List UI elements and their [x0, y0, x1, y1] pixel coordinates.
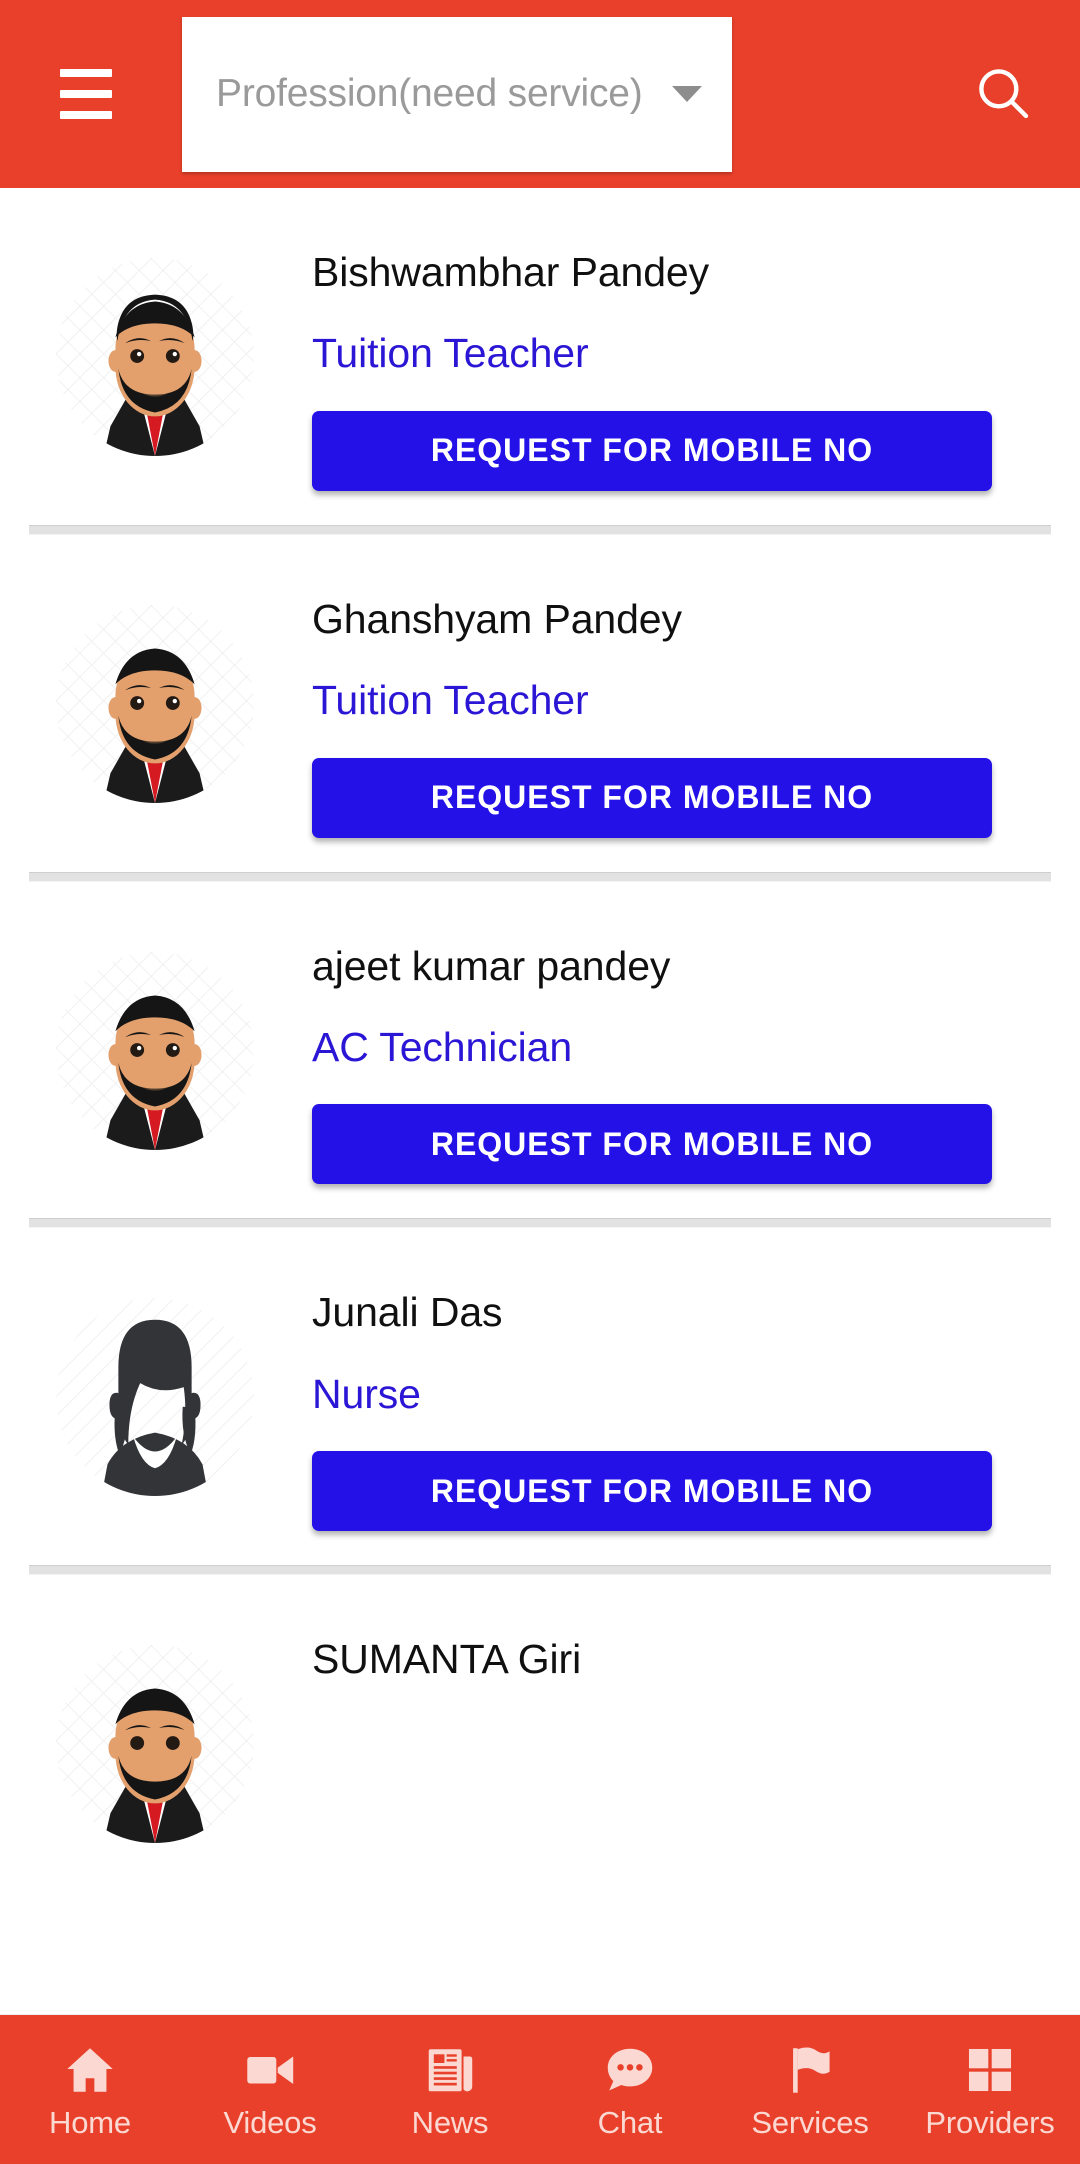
nav-label: Services — [751, 2105, 869, 2140]
nav-item-providers[interactable]: Providers — [900, 2015, 1080, 2164]
newspaper-icon — [428, 2049, 473, 2092]
hamburger-bar — [60, 69, 112, 77]
male-avatar-beard-suit-icon — [56, 604, 254, 803]
nav-label: Home — [49, 2105, 131, 2140]
provider-info: Ghanshyam Pandey Tuition Teacher REQUEST… — [312, 571, 1080, 838]
nav-item-home[interactable]: Home — [0, 2015, 180, 2164]
male-avatar-beard-suit-icon — [56, 1645, 254, 1843]
hamburger-menu-icon[interactable] — [46, 54, 126, 134]
provider-list[interactable]: Bishwambhar Pandey Tuition Teacher REQUE… — [0, 188, 1080, 2164]
avatar — [56, 258, 254, 456]
provider-info: Bishwambhar Pandey Tuition Teacher REQUE… — [312, 224, 1080, 491]
avatar — [56, 951, 254, 1150]
video-camera-icon — [247, 2056, 294, 2085]
list-divider — [28, 524, 1052, 535]
avatar — [56, 604, 254, 803]
provider-card[interactable]: Ghanshyam Pandey Tuition Teacher REQUEST… — [0, 534, 1080, 872]
chat-bubble-icon — [607, 2048, 653, 2091]
provider-name: SUMANTA Giri — [312, 1636, 582, 1682]
provider-name: Junali Das — [312, 1289, 503, 1336]
search-icon — [979, 69, 1029, 119]
list-divider — [28, 1218, 1052, 1229]
nav-item-chat[interactable]: Chat — [540, 2015, 720, 2164]
provider-card[interactable]: SUMANTA Giri — [0, 1575, 1080, 1877]
avatar — [56, 1298, 254, 1497]
provider-name: ajeet kumar pandey — [312, 942, 671, 989]
avatar — [56, 1645, 254, 1843]
nav-item-services[interactable]: Services — [720, 2015, 900, 2164]
nav-label: Videos — [223, 2105, 317, 2140]
home-icon — [67, 2048, 113, 2092]
nav-label: Providers — [925, 2105, 1055, 2140]
request-mobile-number-button[interactable]: REQUEST FOR MOBILE NO — [312, 757, 992, 838]
request-mobile-number-button[interactable]: REQUEST FOR MOBILE NO — [312, 1451, 992, 1531]
profession-dropdown-input[interactable]: Profession(need service) — [182, 16, 732, 172]
request-mobile-number-button[interactable]: REQUEST FOR MOBILE NO — [312, 410, 992, 491]
list-divider — [28, 1565, 1052, 1575]
provider-info: SUMANTA Giri — [312, 1611, 1080, 1683]
flag-icon — [793, 2047, 830, 2093]
provider-profession: AC Technician — [312, 1023, 573, 1070]
provider-card[interactable]: Junali Das Nurse REQUEST FOR MOBILE NO — [0, 1228, 1080, 1565]
male-avatar-beard-suit-icon — [56, 951, 254, 1150]
provider-card[interactable]: ajeet kumar pandey AC Technician REQUEST… — [0, 881, 1080, 1219]
app-header: Profession(need service) — [0, 0, 1080, 188]
list-divider — [28, 871, 1052, 882]
provider-name: Bishwambhar Pandey — [312, 249, 710, 295]
hamburger-bar — [60, 90, 112, 98]
female-avatar-silhouette-icon — [56, 1298, 254, 1497]
nav-item-news[interactable]: News — [360, 2015, 540, 2164]
provider-card[interactable]: Bishwambhar Pandey Tuition Teacher REQUE… — [0, 188, 1080, 525]
provider-info: Junali Das Nurse REQUEST FOR MOBILE NO — [312, 1264, 1080, 1531]
nav-item-videos[interactable]: Videos — [180, 2015, 360, 2164]
male-avatar-beard-suit-icon — [56, 258, 254, 456]
bottom-navigation-bar: Home Videos News Chat Services Providers — [0, 2015, 1080, 2164]
profession-placeholder: Profession(need service) — [216, 72, 643, 115]
provider-name: Ghanshyam Pandey — [312, 595, 682, 642]
nav-label: News — [411, 2105, 489, 2140]
nav-label: Chat — [597, 2105, 663, 2140]
provider-profession: Tuition Teacher — [312, 677, 589, 724]
chevron-down-icon[interactable] — [672, 86, 702, 102]
grid-squares-icon — [968, 2048, 1012, 2092]
search-button[interactable] — [956, 46, 1052, 142]
app-screen: Profession(need service) Bishwambhar Pan… — [0, 0, 1080, 2164]
hamburger-bar — [60, 111, 112, 119]
provider-profession: Nurse — [312, 1370, 421, 1417]
request-mobile-number-button[interactable]: REQUEST FOR MOBILE NO — [312, 1104, 992, 1185]
provider-profession: Tuition Teacher — [312, 330, 589, 377]
provider-info: ajeet kumar pandey AC Technician REQUEST… — [312, 918, 1080, 1185]
